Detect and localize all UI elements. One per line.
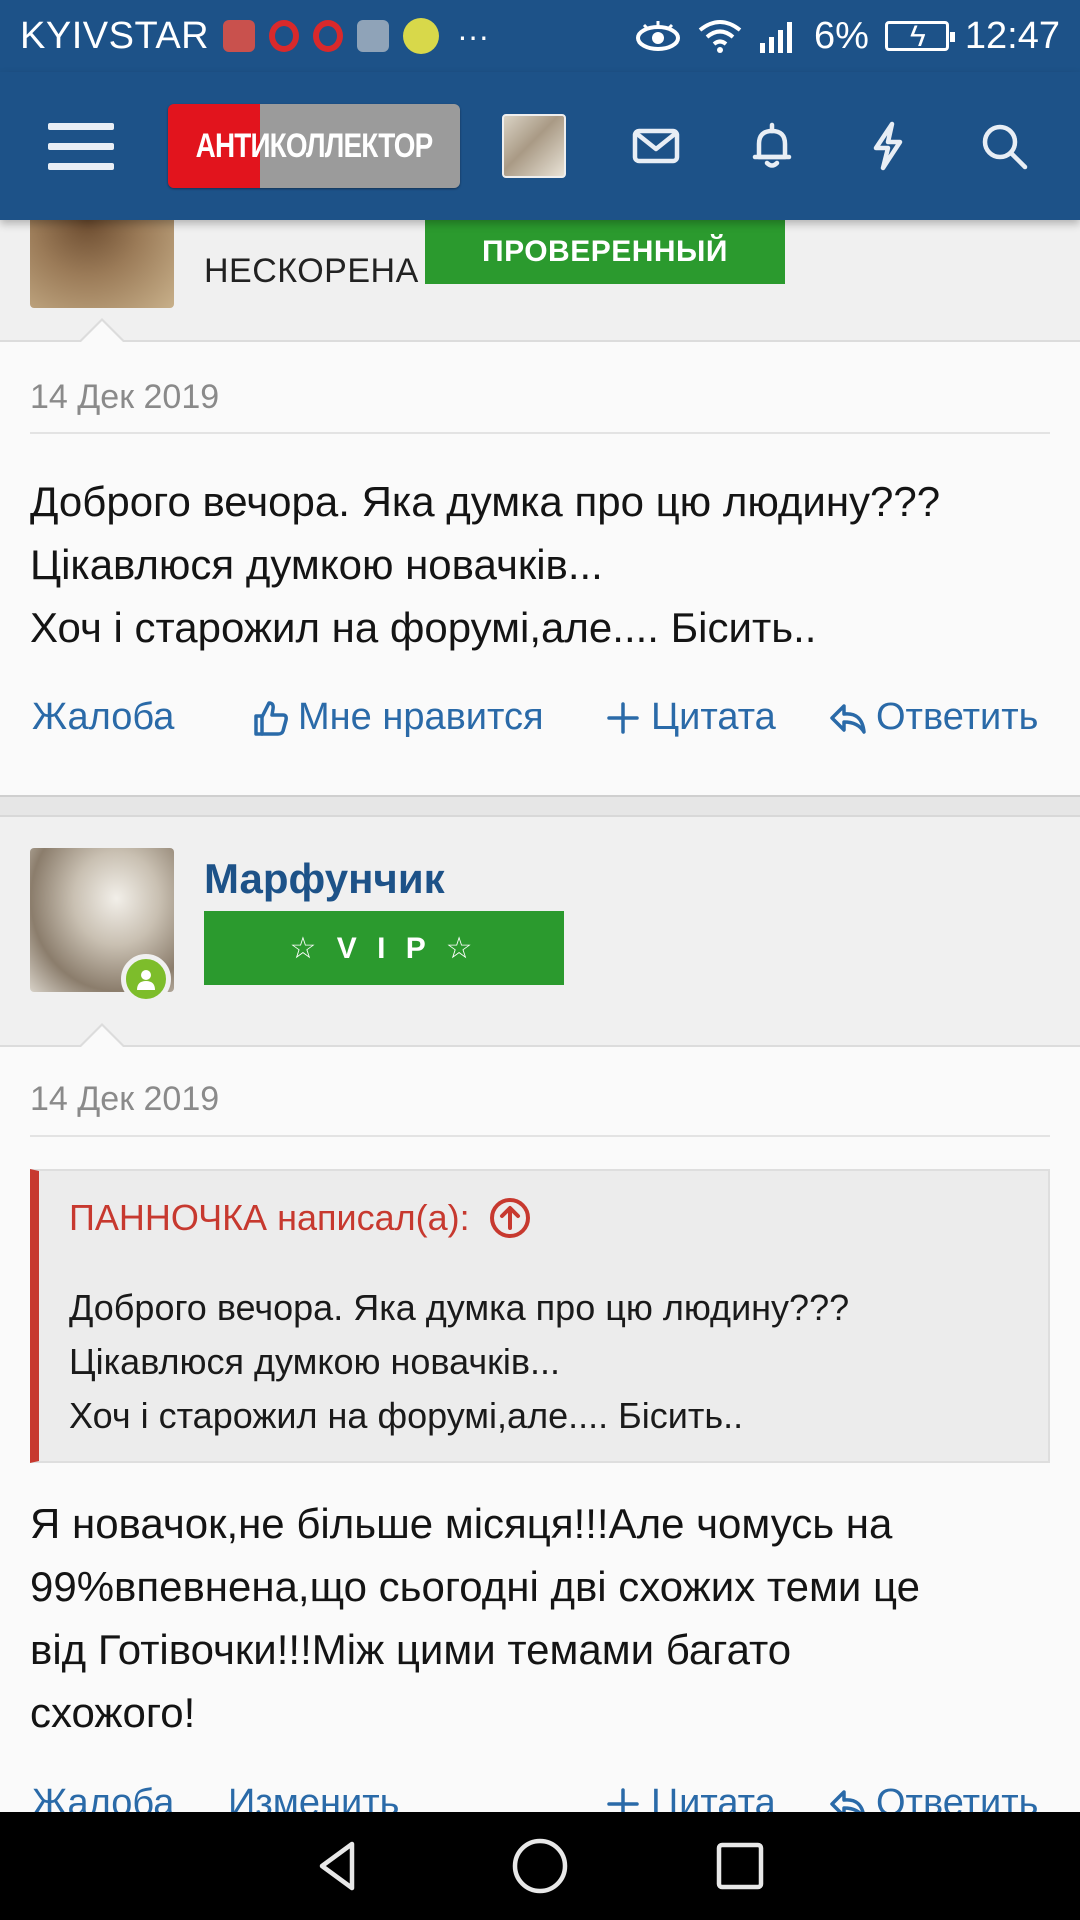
- status-bar: KYIVSTAR ··· 6% ϟ 12:47: [0, 0, 1080, 72]
- report-link[interactable]: Жалоба: [32, 696, 174, 739]
- back-icon[interactable]: [310, 1836, 370, 1896]
- post-1-date[interactable]: 14 Дек 2019: [30, 378, 219, 417]
- carrier-name: KYIVSTAR: [20, 14, 210, 57]
- app-header: АНТИКОЛЛЕКТОР: [0, 72, 1080, 220]
- bell-icon[interactable]: [740, 114, 804, 178]
- more-notifications-icon: ···: [457, 17, 490, 54]
- post-1-badge: ПРОВЕРЕННЫЙ: [425, 220, 785, 284]
- post-1-user-block: НЕСКОРЕНА ПРОВЕРЕННЫЙ: [0, 180, 1080, 343]
- post-2: Марфунчик ☆ V I P ☆ 14 Дек 2019 ПАННОЧКА…: [0, 817, 1080, 1824]
- divider: [30, 1135, 1050, 1137]
- divider: [30, 432, 1050, 434]
- quote-text: Доброго вечора. Яка думка про цю людину?…: [69, 1287, 850, 1436]
- reply-button[interactable]: Ответить: [828, 696, 1038, 739]
- online-status-icon: [121, 954, 171, 1004]
- signal-icon: [759, 22, 792, 53]
- app-notification-icon: [403, 18, 440, 54]
- post-1-user-status: НЕСКОРЕНА: [204, 252, 419, 290]
- post-1-message: Доброго вечора. Яка думка про цю людину?…: [30, 478, 941, 651]
- site-logo[interactable]: АНТИКОЛЛЕКТОР: [168, 104, 460, 188]
- battery-percent: 6%: [813, 14, 869, 57]
- post-separator: [0, 795, 1080, 817]
- post-2-message: Я новачок,не більше місяця!!!Але чомусь …: [30, 1500, 920, 1736]
- post-2-date[interactable]: 14 Дек 2019: [30, 1080, 219, 1119]
- post-1-actions: Жалоба Мне нравится Цитата Ответить: [0, 696, 1080, 756]
- search-icon[interactable]: [972, 114, 1036, 178]
- quote-button[interactable]: Цитата: [603, 696, 776, 739]
- plus-icon: [607, 701, 639, 734]
- battery-icon: ϟ: [884, 20, 955, 53]
- quote-block: ПАННОЧКА написал(а): Доброго вечора. Яка…: [30, 1169, 1050, 1463]
- lightning-icon[interactable]: [856, 114, 920, 178]
- system-navigation-bar: [0, 1812, 1080, 1920]
- post-2-user-block: Марфунчик ☆ V I P ☆: [0, 817, 1080, 1048]
- arrow-up-circle-icon: [489, 1198, 530, 1238]
- menu-icon[interactable]: [48, 122, 114, 170]
- opera-notification-icon-2: [313, 20, 344, 52]
- post-1: НЕСКОРЕНА ПРОВЕРЕННЫЙ 14 Дек 2019 Доброг…: [0, 180, 1080, 795]
- home-icon[interactable]: [510, 1836, 570, 1896]
- recent-apps-icon[interactable]: [710, 1836, 770, 1896]
- mail-notification-icon: [223, 20, 256, 52]
- user-avatar[interactable]: [502, 114, 566, 178]
- reply-icon: [830, 703, 866, 734]
- eye-comfort-icon: [635, 21, 680, 51]
- mail-icon[interactable]: [624, 114, 688, 178]
- like-button[interactable]: Мне нравится: [250, 696, 544, 739]
- post-2-username[interactable]: Марфунчик: [204, 855, 445, 903]
- clock: 12:47: [964, 14, 1060, 57]
- gallery-notification-icon: [357, 20, 390, 52]
- thumbs-up-icon: [254, 700, 288, 736]
- wifi-icon: [698, 20, 742, 53]
- opera-notification-icon: [269, 20, 300, 52]
- post-2-badge: ☆ V I P ☆: [204, 911, 564, 985]
- quote-author[interactable]: ПАННОЧКА написал(а):: [69, 1196, 532, 1240]
